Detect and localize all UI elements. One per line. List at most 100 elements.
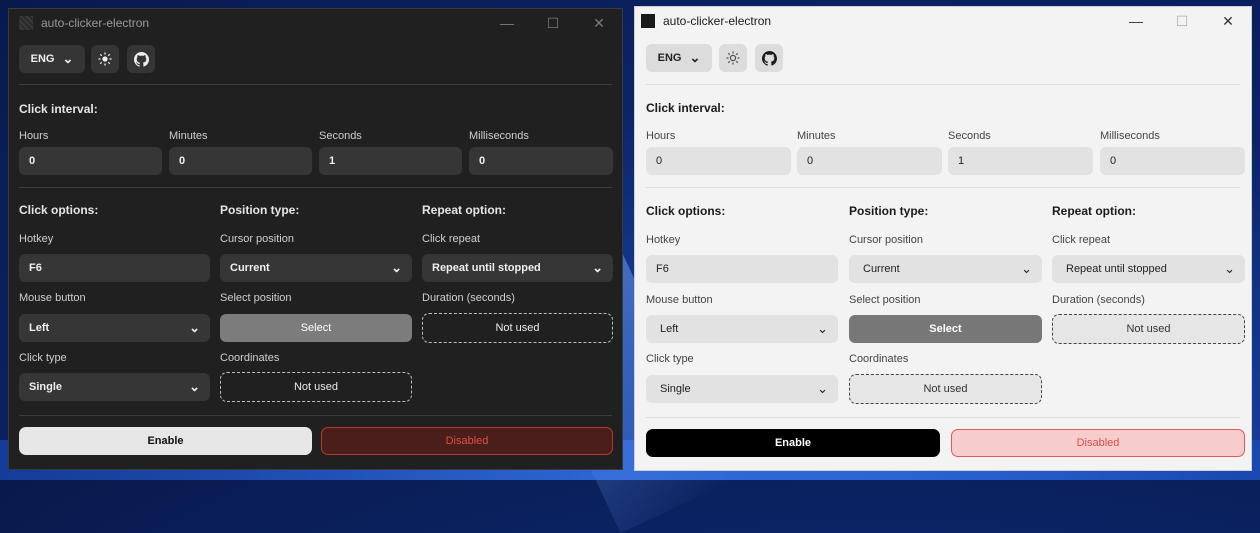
cursor-position-select[interactable]: Current ⌄ <box>849 255 1042 283</box>
app-window-dark: auto-clicker-electron — ☐ ✕ ENG ⌄ Click … <box>8 8 623 470</box>
mouse-button-value: Left <box>29 322 50 334</box>
click-type-value: Single <box>29 381 63 393</box>
app-icon <box>641 14 655 28</box>
mouse-button-select[interactable]: Left ⌄ <box>646 315 838 343</box>
milliseconds-label: Milliseconds <box>1100 130 1160 142</box>
app-window-light: auto-clicker-electron — ☐ ✕ ENG ⌄ Click … <box>634 6 1252 471</box>
duration-label: Duration (seconds) <box>1052 294 1145 306</box>
milliseconds-label: Milliseconds <box>469 130 529 142</box>
minutes-label: Minutes <box>797 130 836 142</box>
chevron-down-icon: ⌄ <box>689 50 701 65</box>
coordinates-label: Coordinates <box>220 352 280 364</box>
chevron-down-icon: ⌄ <box>391 260 402 275</box>
chevron-down-icon: ⌄ <box>1224 261 1235 276</box>
divider <box>646 187 1240 188</box>
coordinates-field[interactable]: Not used <box>849 374 1042 404</box>
divider <box>646 84 1240 85</box>
chevron-down-icon: ⌄ <box>1021 261 1032 276</box>
maximize-button[interactable]: ☐ <box>1159 7 1205 35</box>
title-bar[interactable]: auto-clicker-electron — ☐ ✕ <box>635 7 1251 35</box>
coordinates-field[interactable]: Not used <box>220 372 412 402</box>
position-type-heading: Position type: <box>220 203 300 217</box>
minutes-input[interactable]: 0 <box>797 147 942 175</box>
click-interval-heading: Click interval: <box>19 102 98 116</box>
divider <box>646 417 1240 418</box>
minimize-button[interactable]: — <box>1113 7 1159 35</box>
chevron-down-icon: ⌄ <box>62 51 74 66</box>
click-repeat-select[interactable]: Repeat until stopped ⌄ <box>1052 255 1245 283</box>
seconds-input[interactable]: 1 <box>319 147 462 175</box>
duration-field[interactable]: Not used <box>422 313 613 343</box>
theme-toggle-button[interactable] <box>91 45 119 73</box>
hotkey-label: Hotkey <box>646 234 681 246</box>
hotkey-input[interactable]: F6 <box>646 255 838 283</box>
mouse-button-select[interactable]: Left ⌄ <box>19 314 210 342</box>
click-options-heading: Click options: <box>646 204 726 218</box>
github-button[interactable] <box>127 45 155 73</box>
cursor-position-value: Current <box>230 262 270 274</box>
minutes-label: Minutes <box>169 130 208 142</box>
select-position-button[interactable]: Select <box>220 314 412 342</box>
chevron-down-icon: ⌄ <box>817 321 828 336</box>
theme-toggle-button[interactable] <box>719 44 747 72</box>
seconds-label: Seconds <box>319 130 362 142</box>
click-type-label: Click type <box>19 352 67 364</box>
coordinates-label: Coordinates <box>849 353 909 365</box>
divider <box>19 415 612 416</box>
window-title: auto-clicker-electron <box>663 14 772 28</box>
cursor-position-label: Cursor position <box>849 234 923 246</box>
close-button[interactable]: ✕ <box>576 9 622 37</box>
duration-field[interactable]: Not used <box>1052 314 1245 344</box>
repeat-option-heading: Repeat option: <box>1052 204 1136 218</box>
seconds-input[interactable]: 1 <box>948 147 1093 175</box>
click-repeat-label: Click repeat <box>422 233 481 245</box>
select-position-button[interactable]: Select <box>849 315 1042 343</box>
disabled-button[interactable]: Disabled <box>321 427 613 455</box>
click-repeat-value: Repeat until stopped <box>432 262 541 274</box>
github-icon <box>133 51 149 67</box>
cursor-position-label: Cursor position <box>220 233 294 245</box>
mouse-button-label: Mouse button <box>19 292 86 304</box>
click-repeat-select[interactable]: Repeat until stopped ⌄ <box>422 254 613 282</box>
milliseconds-input[interactable]: 0 <box>1100 147 1245 175</box>
hours-input[interactable]: 0 <box>19 147 162 175</box>
hotkey-input[interactable]: F6 <box>19 254 210 282</box>
click-repeat-label: Click repeat <box>1052 234 1111 246</box>
disabled-button[interactable]: Disabled <box>951 429 1245 457</box>
seconds-label: Seconds <box>948 130 991 142</box>
enable-button[interactable]: Enable <box>646 429 940 457</box>
hours-label: Hours <box>19 130 49 142</box>
divider <box>19 187 612 188</box>
mouse-button-label: Mouse button <box>646 294 713 306</box>
repeat-option-heading: Repeat option: <box>422 203 506 217</box>
cursor-position-value: Current <box>863 263 900 275</box>
enable-button[interactable]: Enable <box>19 427 312 455</box>
click-type-label: Click type <box>646 353 694 365</box>
sun-icon <box>98 52 112 66</box>
window-title: auto-clicker-electron <box>41 16 150 30</box>
milliseconds-input[interactable]: 0 <box>469 147 613 175</box>
select-position-label: Select position <box>220 292 292 304</box>
chevron-down-icon: ⌄ <box>189 379 200 394</box>
minutes-input[interactable]: 0 <box>169 147 312 175</box>
hours-label: Hours <box>646 130 676 142</box>
language-select[interactable]: ENG ⌄ <box>19 45 85 73</box>
maximize-button[interactable]: ☐ <box>530 9 576 37</box>
position-type-heading: Position type: <box>849 204 929 218</box>
close-button[interactable]: ✕ <box>1205 7 1251 35</box>
hotkey-label: Hotkey <box>19 233 54 245</box>
chevron-down-icon: ⌄ <box>592 260 603 275</box>
select-position-label: Select position <box>849 294 921 306</box>
click-type-select[interactable]: Single ⌄ <box>19 373 210 401</box>
cursor-position-select[interactable]: Current ⌄ <box>220 254 412 282</box>
click-type-select[interactable]: Single ⌄ <box>646 375 838 403</box>
github-button[interactable] <box>755 44 783 72</box>
divider <box>19 84 612 85</box>
language-select[interactable]: ENG ⌄ <box>646 44 712 72</box>
language-label: ENG <box>30 53 55 65</box>
hours-input[interactable]: 0 <box>646 147 791 175</box>
minimize-button[interactable]: — <box>484 9 530 37</box>
duration-label: Duration (seconds) <box>422 292 515 304</box>
title-bar[interactable]: auto-clicker-electron — ☐ ✕ <box>9 9 622 37</box>
language-label: ENG <box>657 52 682 64</box>
